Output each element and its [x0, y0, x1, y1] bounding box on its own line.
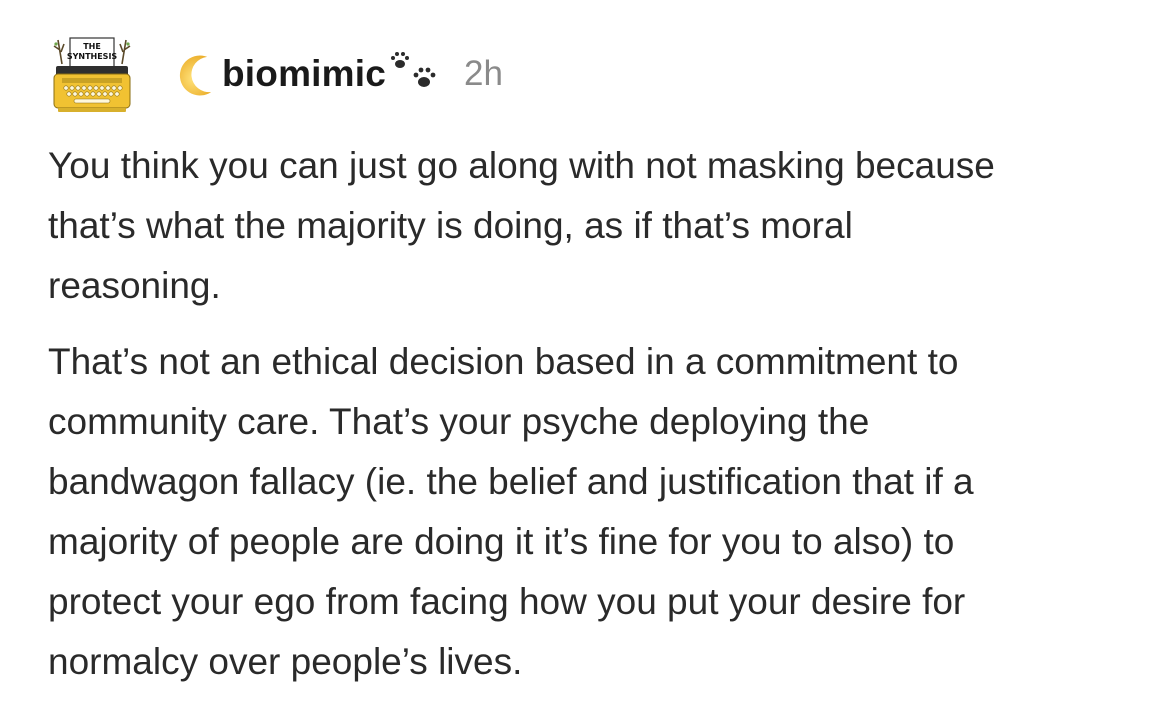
avatar-text-line1: THE	[83, 42, 101, 51]
post: THE SYNTHESIS biomimic 2h You think you …	[0, 0, 1170, 718]
author-name-row[interactable]: biomimic 2h	[170, 49, 503, 99]
typewriter-avatar-icon: THE SYNTHESIS	[53, 37, 131, 112]
post-header: THE SYNTHESIS biomimic 2h	[48, 36, 503, 116]
post-paragraph-2: That’s not an ethical decision based in …	[48, 341, 974, 682]
username[interactable]: biomimic	[222, 53, 386, 95]
paw-prints-icon	[388, 48, 440, 94]
avatar-text-line2: SYNTHESIS	[67, 52, 118, 61]
post-paragraph-1: You think you can just go along with not…	[48, 145, 995, 306]
post-body: You think you can just go along with not…	[48, 136, 1128, 708]
crescent-moon-icon	[170, 49, 220, 99]
post-timestamp: 2h	[464, 54, 503, 93]
avatar[interactable]: THE SYNTHESIS	[48, 36, 136, 116]
